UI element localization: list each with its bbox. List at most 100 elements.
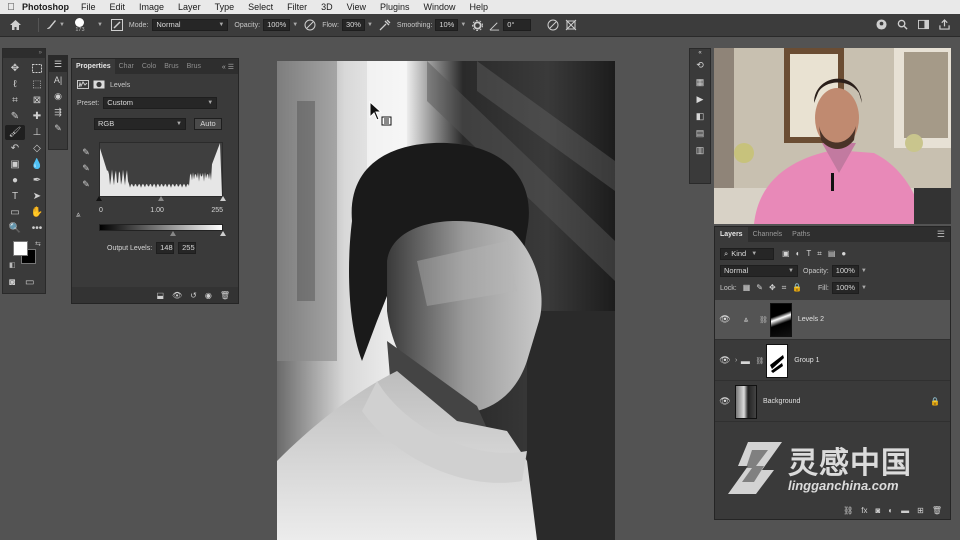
trash-icon[interactable]: 🗑 bbox=[220, 291, 230, 300]
filter-shape-icon[interactable]: ⌗ bbox=[817, 249, 822, 259]
input-white-handle[interactable] bbox=[220, 196, 226, 201]
path-selection-tool-icon[interactable]: ➤ bbox=[27, 189, 47, 204]
input-gamma-handle[interactable] bbox=[158, 196, 164, 201]
adjustments-panel-icon[interactable]: ☰ bbox=[49, 56, 67, 72]
smoothing-input[interactable]: 10% bbox=[435, 19, 459, 31]
link-chain-icon[interactable]: ⛓ bbox=[755, 357, 764, 365]
menu-image[interactable]: Image bbox=[139, 2, 164, 12]
channel-select[interactable]: RGB ▼ bbox=[94, 118, 186, 130]
tab-layers[interactable]: Layers bbox=[715, 227, 748, 242]
output-white-input[interactable]: 255 bbox=[178, 242, 197, 254]
filter-adjustment-icon[interactable]: ◐ bbox=[796, 249, 801, 259]
tab-character[interactable]: Char bbox=[115, 59, 138, 74]
layers-panel-menu-icon[interactable]: ☰ bbox=[937, 229, 950, 240]
menu-layer[interactable]: Layer bbox=[178, 2, 201, 12]
tab-paths[interactable]: Paths bbox=[787, 227, 815, 242]
menu-filter[interactable]: Filter bbox=[287, 2, 307, 12]
brushes-panel-icon[interactable]: ✎ bbox=[49, 120, 67, 136]
new-group-icon[interactable]: ▬ bbox=[901, 506, 909, 515]
clip-to-layer-icon[interactable]: ⬓ bbox=[156, 291, 164, 300]
actions-panel-icon[interactable]: ▶ bbox=[690, 91, 710, 108]
brush-tool-preset[interactable]: ▼ bbox=[45, 19, 65, 31]
link-layers-icon[interactable]: ⛓ bbox=[843, 506, 853, 515]
tools-panel-collapse-icon[interactable]: » bbox=[3, 49, 45, 58]
chevron-down-icon[interactable]: ▼ bbox=[292, 22, 298, 28]
screen-mode-icon[interactable]: ▭ bbox=[25, 277, 34, 288]
tab-brushes[interactable]: Brus bbox=[183, 59, 205, 74]
layer-name[interactable]: Levels 2 bbox=[798, 316, 824, 323]
menu-3d[interactable]: 3D bbox=[321, 2, 333, 12]
eraser-tool-icon[interactable]: ◇ bbox=[27, 141, 47, 156]
swap-colors-icon[interactable]: ⇆ bbox=[35, 240, 41, 248]
adjustments-panel-icon[interactable]: ◧ bbox=[690, 108, 710, 125]
lock-position-icon[interactable]: ✥ bbox=[769, 283, 776, 293]
group-mask-thumbnail[interactable] bbox=[766, 343, 789, 378]
input-gamma-value[interactable]: 1.00 bbox=[150, 207, 164, 214]
pressure-size-icon[interactable] bbox=[547, 19, 559, 31]
chevron-down-icon[interactable]: ▼ bbox=[861, 285, 867, 291]
marquee-tool-icon[interactable] bbox=[27, 61, 47, 76]
input-black-handle[interactable] bbox=[96, 196, 102, 201]
filter-type-icon[interactable]: T bbox=[806, 249, 811, 259]
brush-size-picker[interactable]: 173 bbox=[71, 17, 89, 33]
trash-icon[interactable]: 🗑 bbox=[932, 506, 942, 515]
opacity-input[interactable]: 100% bbox=[263, 19, 291, 31]
blur-tool-icon[interactable]: 💧 bbox=[27, 157, 47, 172]
panel-collapse-icon[interactable]: « bbox=[690, 49, 710, 57]
pen-tool-icon[interactable]: ✒ bbox=[27, 173, 47, 188]
tab-color[interactable]: Colo bbox=[138, 59, 160, 74]
view-previous-state-icon[interactable]: 👁 bbox=[172, 291, 182, 300]
user-icon[interactable] bbox=[876, 18, 887, 32]
filter-pixel-icon[interactable]: ▣ bbox=[782, 249, 790, 259]
more-tools-icon[interactable]: ••• bbox=[27, 221, 47, 236]
fill-input[interactable]: 100% bbox=[831, 282, 860, 294]
blend-mode-select[interactable]: Normal ▼ bbox=[720, 265, 798, 277]
brush-settings-icon[interactable] bbox=[110, 19, 123, 31]
black-point-eyedropper-icon[interactable]: ✎ bbox=[79, 147, 93, 163]
gray-point-eyedropper-icon[interactable]: ✎ bbox=[79, 163, 93, 179]
layer-name[interactable]: Background bbox=[763, 398, 800, 405]
new-adjustment-icon[interactable]: ◐ bbox=[888, 506, 893, 515]
rectangle-tool-icon[interactable]: ▭ bbox=[5, 205, 25, 220]
new-layer-icon[interactable]: ⊞ bbox=[917, 506, 924, 515]
layer-name[interactable]: Group 1 bbox=[794, 357, 819, 364]
menu-file[interactable]: File bbox=[81, 2, 96, 12]
menu-select[interactable]: Select bbox=[248, 2, 273, 12]
symmetry-icon[interactable] bbox=[565, 19, 577, 31]
layer-style-icon[interactable]: fx bbox=[861, 506, 867, 515]
search-icon[interactable] bbox=[897, 19, 908, 32]
layer-opacity-input[interactable]: 100% bbox=[831, 265, 859, 277]
foreground-color-swatch[interactable] bbox=[13, 241, 28, 256]
input-black-value[interactable]: 0 bbox=[99, 207, 103, 214]
output-black-input[interactable]: 148 bbox=[156, 242, 175, 254]
notes-panel-icon[interactable]: ▥ bbox=[690, 142, 710, 159]
zoom-tool-icon[interactable]: 🔍 bbox=[5, 221, 25, 236]
home-icon[interactable] bbox=[4, 20, 26, 30]
add-mask-icon[interactable]: ◙ bbox=[875, 506, 880, 515]
menu-type[interactable]: Type bbox=[215, 2, 235, 12]
navigator-panel-icon[interactable]: ▤ bbox=[690, 125, 710, 142]
object-select-tool-icon[interactable]: ⬚ bbox=[27, 77, 47, 92]
lock-icon[interactable]: 🔒 bbox=[930, 397, 940, 406]
layer-row-levels[interactable]: 👁 ⩓ ⛓ Levels 2 bbox=[715, 300, 950, 340]
menu-edit[interactable]: Edit bbox=[110, 2, 126, 12]
default-colors-icon[interactable]: ◧ bbox=[9, 261, 16, 269]
chevron-down-icon[interactable]: ▼ bbox=[460, 22, 466, 28]
eyedropper-tool-icon[interactable]: ✎ bbox=[5, 109, 25, 124]
background-thumbnail[interactable] bbox=[735, 384, 757, 419]
lock-image-icon[interactable]: ✎ bbox=[756, 283, 763, 293]
type-tool-icon[interactable]: T bbox=[5, 189, 25, 204]
lock-all-icon[interactable]: 🔒 bbox=[792, 283, 802, 293]
output-levels-slider[interactable] bbox=[99, 231, 226, 238]
gradient-tool-icon[interactable]: ▣ bbox=[5, 157, 25, 172]
visibility-eye-icon[interactable]: 👁 bbox=[715, 355, 735, 366]
lock-transparent-icon[interactable]: ▦ bbox=[743, 283, 751, 293]
character-panel-icon[interactable]: A| bbox=[49, 72, 67, 88]
chevron-down-icon[interactable]: ▼ bbox=[367, 22, 373, 28]
output-white-handle[interactable] bbox=[220, 231, 226, 236]
color-panel-icon[interactable]: ◉ bbox=[49, 88, 67, 104]
brush-tool-icon[interactable]: 🖌 bbox=[5, 125, 25, 140]
layer-mask-icon[interactable] bbox=[93, 80, 105, 91]
menu-help[interactable]: Help bbox=[470, 2, 489, 12]
layer-filter-select[interactable]: ⌕ Kind ▼ bbox=[720, 248, 774, 260]
